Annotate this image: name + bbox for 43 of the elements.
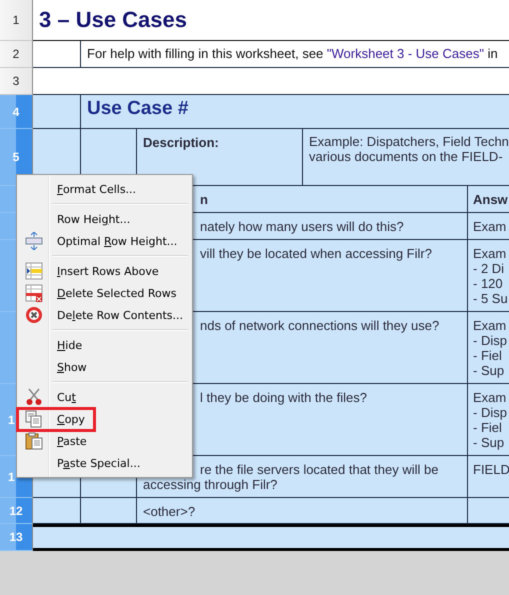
delete-icon bbox=[25, 306, 43, 324]
description-text: Example: Dispatchers, Field Techn various documents on the FIELD- bbox=[309, 134, 509, 164]
question-text: l they be doing with the files? bbox=[200, 390, 367, 405]
menu-item[interactable]: Hide bbox=[49, 338, 82, 352]
answer-text: Exam - 2 Di - 120 - 5 Su bbox=[473, 246, 508, 306]
sheet-title: 3 – Use Cases bbox=[39, 7, 187, 33]
question-text: <other>? bbox=[143, 504, 196, 519]
section-title: Use Case # bbox=[87, 98, 188, 119]
table-cell bbox=[33, 498, 81, 524]
delete-rows-icon bbox=[25, 284, 43, 302]
clipboard-icon bbox=[25, 432, 43, 450]
menu-item[interactable]: Paste bbox=[49, 434, 87, 448]
question-text: re the file servers located that they will be bbox=[200, 462, 438, 477]
row-header[interactable]: 1 bbox=[0, 0, 33, 41]
menu-item[interactable]: Format Cells... bbox=[49, 182, 136, 196]
question-text: nds of network connections will they use? bbox=[200, 318, 440, 333]
answer-text: FIELD bbox=[473, 462, 509, 477]
menu-item[interactable]: Delete Selected Rows bbox=[49, 286, 176, 300]
row-header[interactable]: 2 bbox=[0, 41, 33, 68]
menu-item[interactable]: Delete Row Contents... bbox=[49, 308, 183, 322]
menu-item[interactable]: Row Height... bbox=[49, 212, 130, 226]
menu-item[interactable]: Optimal Row Height... bbox=[49, 234, 178, 248]
scissors-icon bbox=[25, 388, 43, 406]
help-text: For help with filling in this worksheet, see "Worksheet 3 - Use Cases" in bbox=[87, 46, 498, 61]
menu-item[interactable]: Cut bbox=[49, 390, 76, 404]
menu-item[interactable]: Copy bbox=[49, 412, 85, 426]
insert-rows-icon bbox=[25, 262, 43, 280]
description-label: Description: bbox=[143, 135, 219, 150]
question-text: accessing through Filr? bbox=[143, 477, 278, 492]
answer-text: Exam - Disp - Fiel - Sup bbox=[473, 318, 507, 378]
copy-icon bbox=[25, 410, 43, 428]
question-text: nately how many users will do this? bbox=[200, 219, 404, 234]
row-header[interactable]: 3 bbox=[0, 68, 33, 95]
worksheet-link[interactable]: "Worksheet 3 - Use Cases" bbox=[326, 46, 484, 61]
answer-text: Exam - Disp - Fiel - Sup bbox=[473, 390, 507, 450]
menu-item[interactable]: Paste Special... bbox=[49, 456, 140, 470]
column-heading: n bbox=[200, 192, 208, 207]
menu-item[interactable]: Insert Rows Above bbox=[49, 264, 159, 278]
menu-item[interactable]: Show bbox=[49, 360, 87, 374]
row-height-icon bbox=[25, 232, 43, 250]
answer-text: Exam bbox=[473, 219, 506, 234]
question-text: vill they be located when accessing Filr? bbox=[200, 246, 432, 261]
column-heading: Answ bbox=[473, 192, 508, 207]
